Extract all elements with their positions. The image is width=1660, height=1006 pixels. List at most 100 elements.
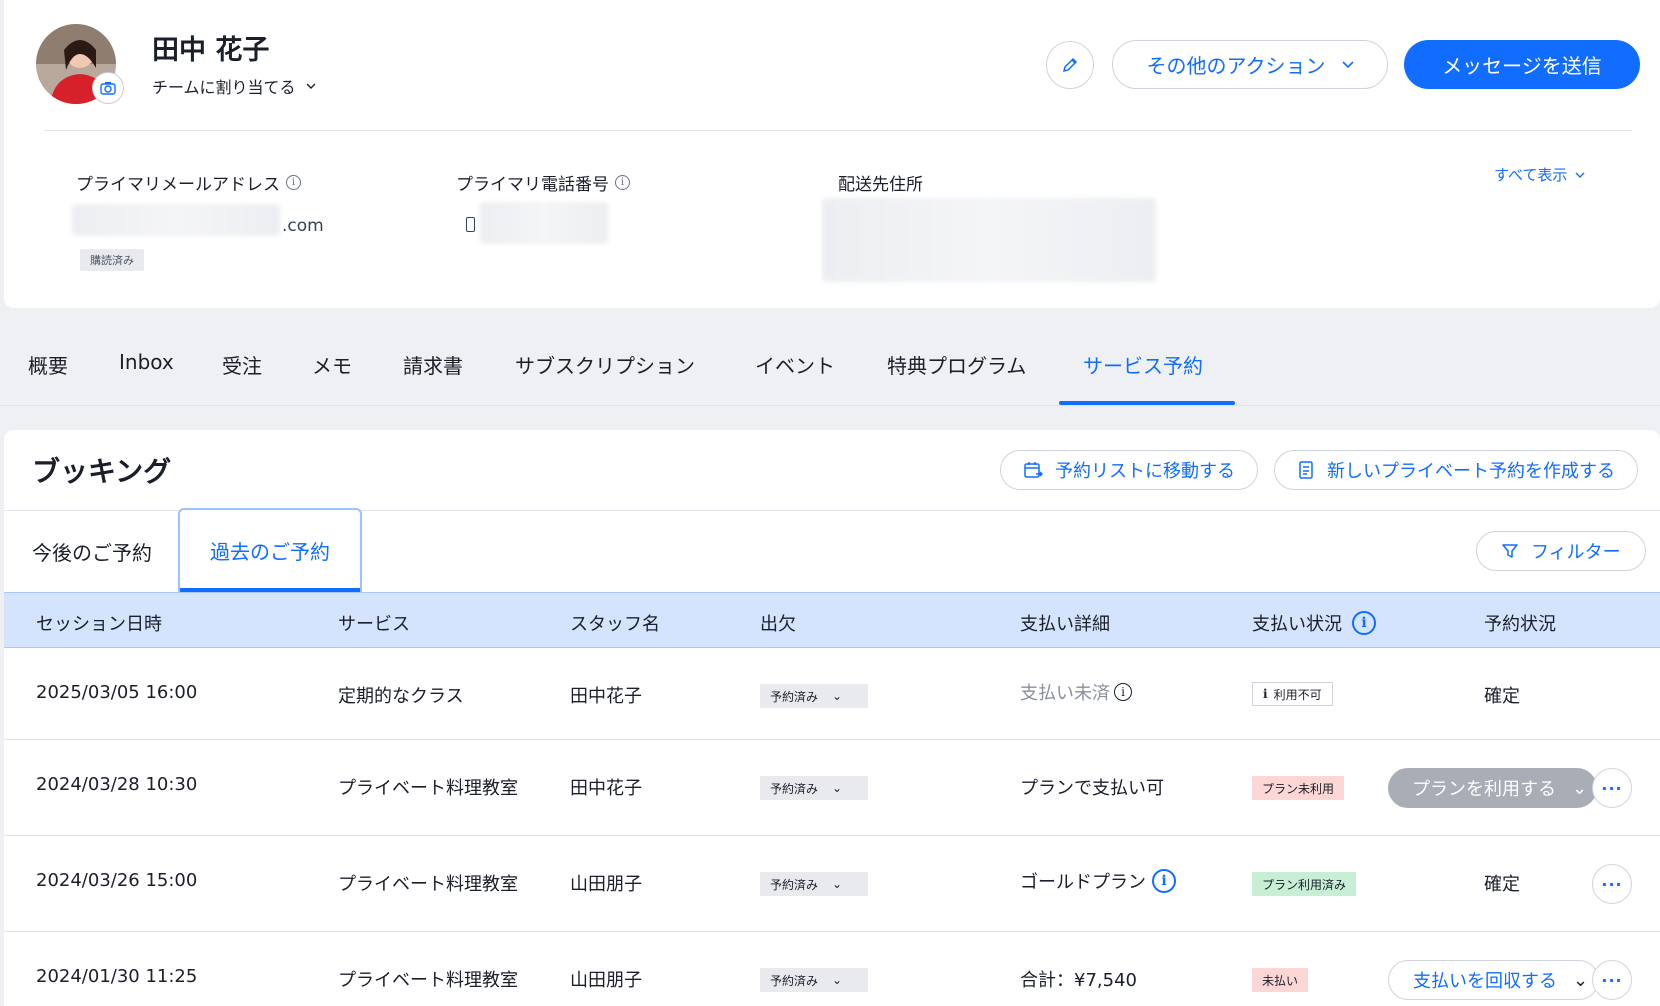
bookings-card: ブッキング 予約リストに移動する 新しいプライベート予約を作成する 今後のご予約… [4,430,1660,1006]
chevron-down-icon: ⌄ [1572,777,1588,799]
attendance-dropdown[interactable]: 予約済み ⌄ [760,872,868,896]
email-redacted [72,204,280,236]
table-row[interactable]: 2024/01/30 11:25 プライベート料理教室 山田朋子 予約済み ⌄ … [4,932,1660,1006]
table-row[interactable]: 2024/03/26 15:00 プライベート料理教室 山田朋子 予約済み ⌄ … [4,836,1660,932]
contact-tabs: 概要 Inbox 受注 メモ 請求書 サブスクリプション イベント 特典プログラ… [0,326,1660,406]
staff-name: 田中花子 [570,686,642,707]
attendance-dropdown[interactable]: 予約済み ⌄ [760,684,868,708]
col-attendance[interactable]: 出欠 [760,610,796,636]
col-payment-status[interactable]: 支払い状況 [1252,610,1342,636]
info-icon[interactable]: i [286,175,301,190]
col-service[interactable]: サービス [338,610,410,636]
service-name: 定期的なクラス [338,686,464,707]
phone-label: プライマリ電話番号 [456,175,609,195]
filter-label: フィルター [1531,542,1621,563]
payment-detail: ゴールドプラン [1020,872,1146,893]
contact-name: 田中 花子 [152,35,270,66]
edit-button[interactable] [1046,41,1094,89]
session-datetime: 2024/03/26 15:00 [36,870,198,891]
session-datetime: 2024/03/28 10:30 [36,774,198,795]
payment-status-badge: プラン利用済み [1252,872,1357,896]
new-private-booking-label: 新しいプライベート予約を作成する [1327,461,1615,482]
more-actions-button[interactable]: その他のアクション [1112,40,1388,89]
tab-orders[interactable]: 受注 [222,350,262,379]
collect-payment-button[interactable]: 支払いを回収する ⌄ [1388,960,1600,1000]
bookings-title: ブッキング [32,455,172,488]
booking-status: 確定 [1484,686,1520,707]
tab-past[interactable]: 過去のご予約 [178,508,362,592]
more-actions-label: その他のアクション [1146,54,1326,78]
attendance-dropdown[interactable]: 予約済み ⌄ [760,776,868,800]
chevron-down-icon: ⌄ [832,689,843,703]
header-divider [44,130,1632,131]
address-redacted [822,198,1156,282]
info-icon: i [1263,687,1268,701]
tab-overview[interactable]: 概要 [28,350,68,379]
tab-notes[interactable]: メモ [312,350,352,379]
staff-name: 田中花子 [570,778,642,799]
goto-booking-list-button[interactable]: 予約リストに移動する [1000,450,1258,490]
payment-status-badge: i 利用不可 [1252,682,1333,706]
table-row[interactable]: 2025/03/05 16:00 定期的なクラス 田中花子 予約済み ⌄ 支払い… [4,648,1660,740]
address-label: 配送先住所 [838,175,923,195]
chevron-down-icon: ⌄ [832,781,843,795]
table-row[interactable]: 2024/03/28 10:30 プライベート料理教室 田中花子 予約済み ⌄ … [4,740,1660,836]
more-options-button[interactable]: ··· [1592,864,1632,904]
payment-detail: 支払い未済 [1020,683,1110,704]
tab-events[interactable]: イベント [755,350,835,379]
see-all-link[interactable]: すべて表示 [1494,164,1585,185]
camera-icon[interactable] [92,72,124,104]
send-message-button[interactable]: メッセージを送信 [1404,40,1640,89]
assign-team-dropdown[interactable]: チームに割り当てる [152,74,316,98]
active-tab-indicator [1059,401,1235,405]
attendance-label: 予約済み [770,877,819,892]
col-payment-status-wrap: 支払い状況 i [1252,610,1376,636]
attendance-label: 予約済み [770,689,819,704]
tab-bookings[interactable]: サービス予約 [1083,350,1203,379]
use-plan-button[interactable]: プランを利用する ⌄ [1388,768,1598,808]
payment-detail: 合計：¥7,540 [1020,970,1137,991]
chevron-down-icon [306,83,316,89]
staff-name: 山田朋子 [570,874,642,895]
col-payment-detail[interactable]: 支払い詳細 [1020,610,1110,636]
service-name: プライベート料理教室 [338,874,518,895]
filter-icon [1502,544,1518,558]
info-icon[interactable]: i [1152,869,1176,893]
payment-detail-wrap: ゴールドプラン i [1020,868,1176,894]
assign-label: チームに割り当てる [152,78,296,97]
tab-invoices[interactable]: 請求書 [403,350,463,379]
more-options-button[interactable]: ··· [1592,960,1632,1000]
tab-inbox[interactable]: Inbox [119,350,174,374]
pencil-icon [1062,57,1078,73]
phone-icon [466,217,475,232]
use-plan-label: プランを利用する [1412,779,1556,800]
email-label-wrap: プライマリメールアドレス i [76,170,301,195]
tab-subscriptions[interactable]: サブスクリプション [515,350,695,379]
payment-status-badge: 未払い [1252,968,1309,992]
staff-name: 山田朋子 [570,970,642,991]
email-suffix: .com [282,216,324,236]
info-icon[interactable]: i [1114,683,1132,701]
booking-status: 確定 [1484,874,1520,895]
calendar-arrow-icon [1024,462,1043,478]
attendance-dropdown[interactable]: 予約済み ⌄ [760,968,868,992]
info-icon[interactable]: i [1352,611,1376,635]
col-session-datetime[interactable]: セッション日時 [36,610,162,636]
email-label: プライマリメールアドレス [76,175,280,195]
new-private-booking-button[interactable]: 新しいプライベート予約を作成する [1274,450,1638,490]
see-all-label: すべて表示 [1494,166,1568,184]
chevron-down-icon: ⌄ [832,877,843,891]
more-options-button[interactable]: ··· [1592,768,1632,808]
payment-detail-wrap: 支払い未済 i [1020,679,1132,705]
collect-payment-label: 支払いを回収する [1413,971,1557,992]
info-icon[interactable]: i [615,175,630,190]
tab-upcoming[interactable]: 今後のご予約 [32,537,152,566]
col-staff[interactable]: スタッフ名 [570,610,660,636]
session-datetime: 2025/03/05 16:00 [36,682,198,703]
chevron-down-icon: ⌄ [832,973,843,987]
tab-loyalty[interactable]: 特典プログラム [887,350,1026,379]
service-name: プライベート料理教室 [338,970,518,991]
col-booking-status[interactable]: 予約状況 [1484,610,1556,636]
filter-button[interactable]: フィルター [1476,531,1646,571]
contact-header-card: 田中 花子 チームに割り当てる その他のアクション メッセージを送信 プライマリ… [4,0,1660,308]
